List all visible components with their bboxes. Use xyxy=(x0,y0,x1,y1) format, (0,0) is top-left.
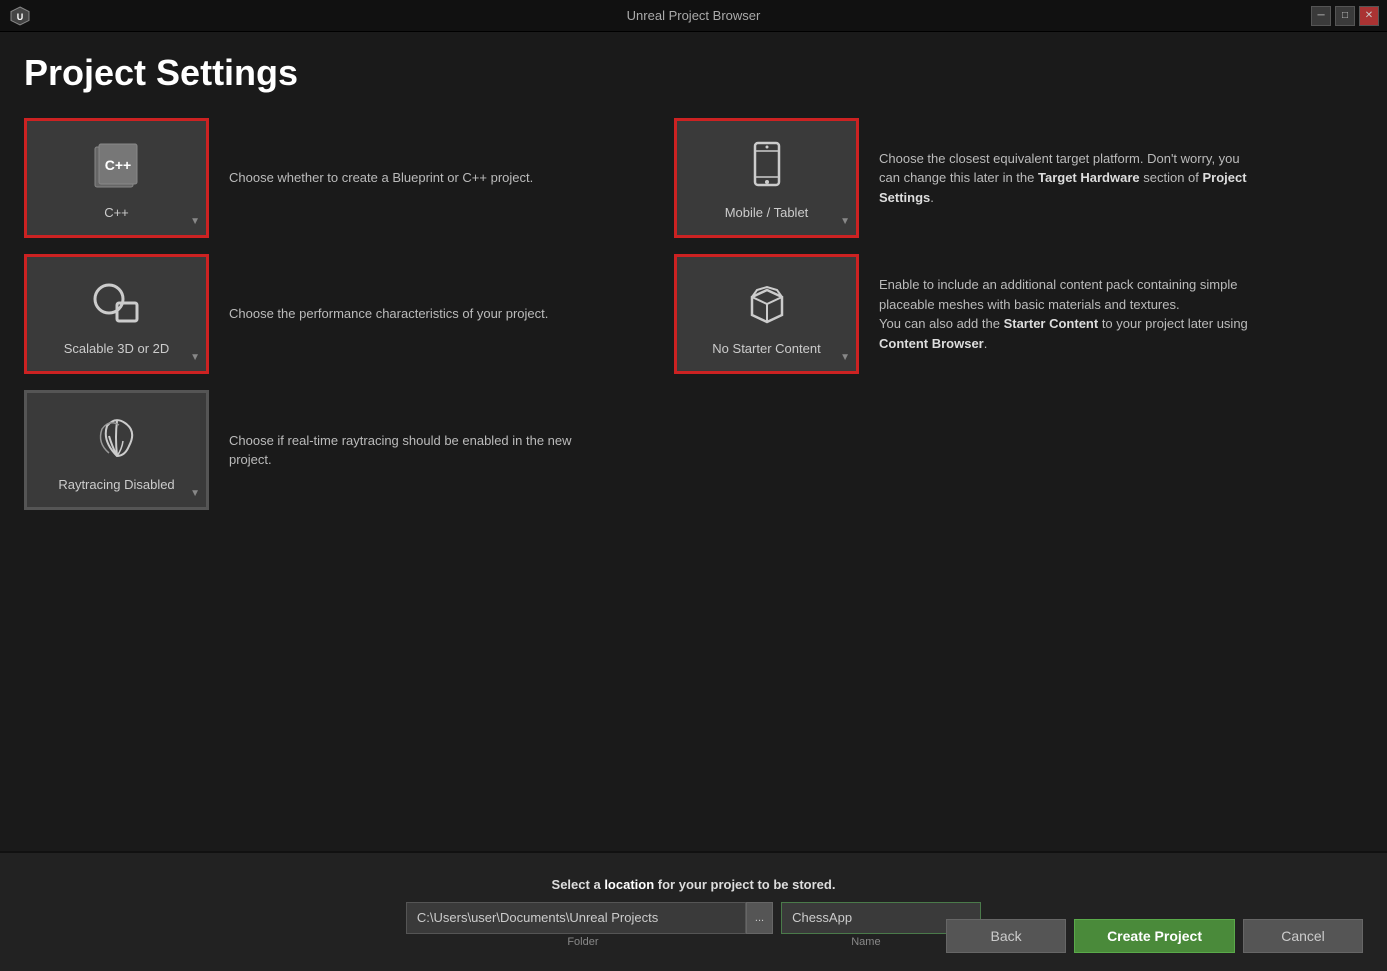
cpp-setting-row: C++ C++ ▼ Choose whether to create a Blu… xyxy=(24,118,634,238)
title-bar: U Unreal Project Browser ─ □ ✕ xyxy=(0,0,1387,32)
minimize-button[interactable]: ─ xyxy=(1311,6,1331,26)
settings-grid: C++ C++ ▼ Choose whether to create a Blu… xyxy=(24,118,1324,526)
window-title: Unreal Project Browser xyxy=(627,8,761,23)
left-column: C++ C++ ▼ Choose whether to create a Blu… xyxy=(24,118,674,526)
raytracing-description: Choose if real-time raytracing should be… xyxy=(229,431,609,470)
scalable-description: Choose the performance characteristics o… xyxy=(229,304,548,324)
right-column: Mobile / Tablet ▼ Choose the closest equ… xyxy=(674,118,1324,526)
starter-icon xyxy=(737,273,797,333)
scalable-icon xyxy=(87,273,147,333)
folder-input[interactable] xyxy=(406,902,746,934)
scalable-setting-row: Scalable 3D or 2D ▼ Choose the performan… xyxy=(24,254,634,374)
starter-label: No Starter Content xyxy=(712,341,820,356)
location-input-group: ... Folder Name xyxy=(406,902,981,948)
scalable-card[interactable]: Scalable 3D or 2D ▼ xyxy=(24,254,209,374)
raytracing-card[interactable]: Raytracing Disabled ▼ xyxy=(24,390,209,510)
maximize-button[interactable]: □ xyxy=(1335,6,1355,26)
mobile-label: Mobile / Tablet xyxy=(725,205,809,220)
name-field-label: Name xyxy=(766,936,966,948)
mobile-dropdown-arrow: ▼ xyxy=(840,216,850,227)
scalable-dropdown-arrow: ▼ xyxy=(190,352,200,363)
page-title: Project Settings xyxy=(24,52,1363,94)
location-label: Select a location for your project to be… xyxy=(552,877,836,892)
mobile-description: Choose the closest equivalent target pla… xyxy=(879,149,1259,208)
location-bold: location xyxy=(604,877,654,892)
mobile-setting-row: Mobile / Tablet ▼ Choose the closest equ… xyxy=(674,118,1324,238)
starter-description: Enable to include an additional content … xyxy=(879,275,1259,353)
folder-field-label: Folder xyxy=(408,936,758,948)
field-names-row: Folder Name xyxy=(406,936,981,948)
cpp-dropdown-arrow: ▼ xyxy=(190,216,200,227)
raytracing-icon xyxy=(87,409,147,469)
starter-setting-row: No Starter Content ▼ Enable to include a… xyxy=(674,254,1324,374)
back-button[interactable]: Back xyxy=(946,919,1066,953)
inputs-row: ... xyxy=(406,902,981,934)
main-content: Project Settings C++ C++ ▼ xyxy=(0,32,1387,851)
svg-text:C++: C++ xyxy=(104,157,130,173)
location-text-1: Select a xyxy=(552,877,601,892)
app-logo: U xyxy=(10,6,30,26)
starter-card[interactable]: No Starter Content ▼ xyxy=(674,254,859,374)
action-buttons: Back Create Project Cancel xyxy=(946,919,1363,953)
close-button[interactable]: ✕ xyxy=(1359,6,1379,26)
bottom-bar: Select a location for your project to be… xyxy=(0,851,1387,971)
raytracing-setting-row: Raytracing Disabled ▼ Choose if real-tim… xyxy=(24,390,634,510)
mobile-card[interactable]: Mobile / Tablet ▼ xyxy=(674,118,859,238)
cpp-description: Choose whether to create a Blueprint or … xyxy=(229,168,533,188)
raytracing-label: Raytracing Disabled xyxy=(58,477,174,492)
scalable-label: Scalable 3D or 2D xyxy=(64,341,170,356)
starter-dropdown-arrow: ▼ xyxy=(840,352,850,363)
raytracing-dropdown-arrow: ▼ xyxy=(190,488,200,499)
cpp-card[interactable]: C++ C++ ▼ xyxy=(24,118,209,238)
folder-browse-button[interactable]: ... xyxy=(746,902,773,934)
window-controls: ─ □ ✕ xyxy=(1311,6,1379,26)
cpp-label: C++ xyxy=(104,205,129,220)
cancel-button[interactable]: Cancel xyxy=(1243,919,1363,953)
cpp-icon: C++ xyxy=(87,137,147,197)
svg-text:U: U xyxy=(17,12,24,22)
mobile-icon xyxy=(737,137,797,197)
create-project-button[interactable]: Create Project xyxy=(1074,919,1235,953)
location-text-2: for your project to be stored. xyxy=(658,877,836,892)
